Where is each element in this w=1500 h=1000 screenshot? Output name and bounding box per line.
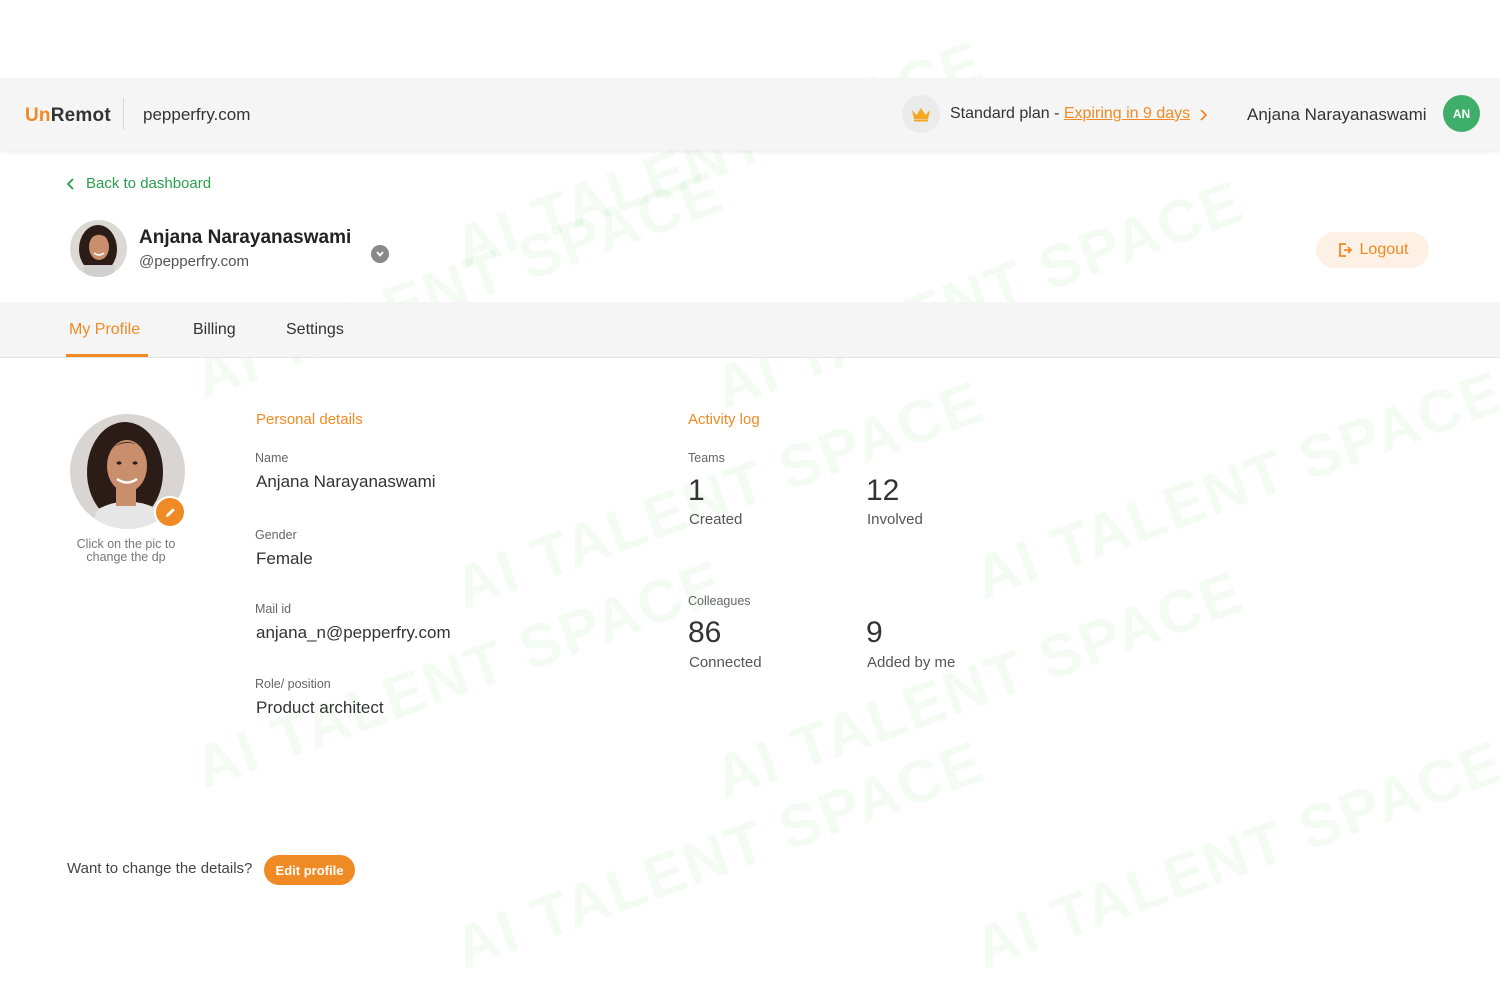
plan-expiry-link[interactable]: Expiring in 9 days bbox=[1064, 105, 1190, 122]
logout-label: Logout bbox=[1359, 241, 1409, 258]
company-domain: pepperfry.com bbox=[143, 105, 251, 124]
role-value: Product architect bbox=[256, 698, 384, 717]
back-link-label: Back to dashboard bbox=[86, 175, 212, 192]
watermark: AI TALENT SPACE bbox=[965, 727, 1500, 982]
activity-log-title: Activity log bbox=[688, 411, 760, 428]
role-label: Role/ position bbox=[255, 677, 331, 691]
gender-label: Gender bbox=[255, 528, 297, 542]
photo-hint: Click on the pic to change the dp bbox=[76, 537, 176, 564]
top-header: UnRemot pepperfry.com Standard plan - Ex… bbox=[0, 78, 1500, 150]
plan-badge bbox=[902, 95, 940, 133]
active-tab-indicator bbox=[66, 354, 148, 357]
crown-icon bbox=[912, 108, 930, 122]
gender-value: Female bbox=[256, 549, 313, 568]
profile-photo-small bbox=[70, 220, 127, 277]
colleagues-added-count: 9 bbox=[866, 616, 883, 649]
profile-handle: @pepperfry.com bbox=[139, 253, 249, 270]
edit-profile-button[interactable]: Edit profile bbox=[264, 855, 355, 885]
header-divider bbox=[123, 98, 124, 130]
watermark: AI TALENT SPACE bbox=[445, 27, 993, 282]
chevron-down-icon bbox=[376, 251, 384, 257]
user-avatar[interactable]: AN bbox=[1443, 95, 1480, 132]
watermark: AI TALENT SPACE bbox=[445, 727, 993, 982]
colleagues-connected-label: Connected bbox=[689, 654, 762, 671]
watermark: AI TALENT SPACE bbox=[705, 167, 1253, 422]
logo-suffix: Remot bbox=[50, 105, 111, 126]
teams-label: Teams bbox=[688, 451, 725, 465]
colleagues-connected-count: 86 bbox=[688, 616, 722, 649]
mail-label: Mail id bbox=[255, 602, 292, 616]
profile-name: Anjana Narayanaswami bbox=[139, 227, 352, 248]
change-photo-button[interactable] bbox=[154, 496, 186, 528]
tab-bar: My Profile Billing Settings bbox=[0, 302, 1500, 358]
chevron-right-icon[interactable] bbox=[1199, 108, 1208, 122]
tab-billing[interactable]: Billing bbox=[193, 321, 236, 339]
name-label: Name bbox=[255, 451, 289, 465]
watermark: AI TALENT SPACE bbox=[705, 557, 1253, 812]
change-details-prompt: Want to change the details? bbox=[67, 860, 253, 877]
watermark: AI TALENT SPACE bbox=[185, 157, 733, 412]
colleagues-label: Colleagues bbox=[688, 594, 751, 608]
logout-button[interactable]: Logout bbox=[1316, 232, 1429, 268]
colleagues-added-label: Added by me bbox=[867, 654, 956, 671]
mail-value: anjana_n@pepperfry.com bbox=[256, 623, 451, 642]
profile-dropdown-button[interactable] bbox=[371, 245, 389, 263]
profile-page: AI TALENT SPACE AI TALENT SPACE AI TALEN… bbox=[0, 0, 1500, 1000]
tab-my-profile[interactable]: My Profile bbox=[69, 321, 140, 339]
watermark: AI TALENT SPACE bbox=[185, 547, 733, 802]
watermark: AI TALENT SPACE bbox=[445, 367, 993, 622]
teams-created-label: Created bbox=[689, 511, 743, 528]
header-user-name[interactable]: Anjana Narayanaswami bbox=[1247, 105, 1427, 125]
back-to-dashboard-link[interactable]: Back to dashboard bbox=[66, 175, 211, 192]
logo-prefix: Un bbox=[25, 105, 51, 126]
plan-status: Standard plan - Expiring in 9 days bbox=[950, 105, 1190, 123]
tab-settings[interactable]: Settings bbox=[286, 321, 344, 339]
teams-created-count: 1 bbox=[688, 474, 705, 507]
pencil-icon bbox=[165, 507, 175, 517]
chevron-left-icon bbox=[66, 177, 74, 190]
name-value: Anjana Narayanaswami bbox=[256, 472, 436, 491]
watermark: AI TALENT SPACE bbox=[965, 357, 1500, 612]
teams-involved-label: Involved bbox=[867, 511, 923, 528]
teams-involved-count: 12 bbox=[866, 474, 900, 507]
app-logo[interactable]: UnRemot bbox=[25, 105, 111, 127]
logout-icon bbox=[1338, 243, 1352, 257]
personal-details-title: Personal details bbox=[256, 411, 363, 428]
plan-label: Standard plan - bbox=[950, 105, 1064, 122]
